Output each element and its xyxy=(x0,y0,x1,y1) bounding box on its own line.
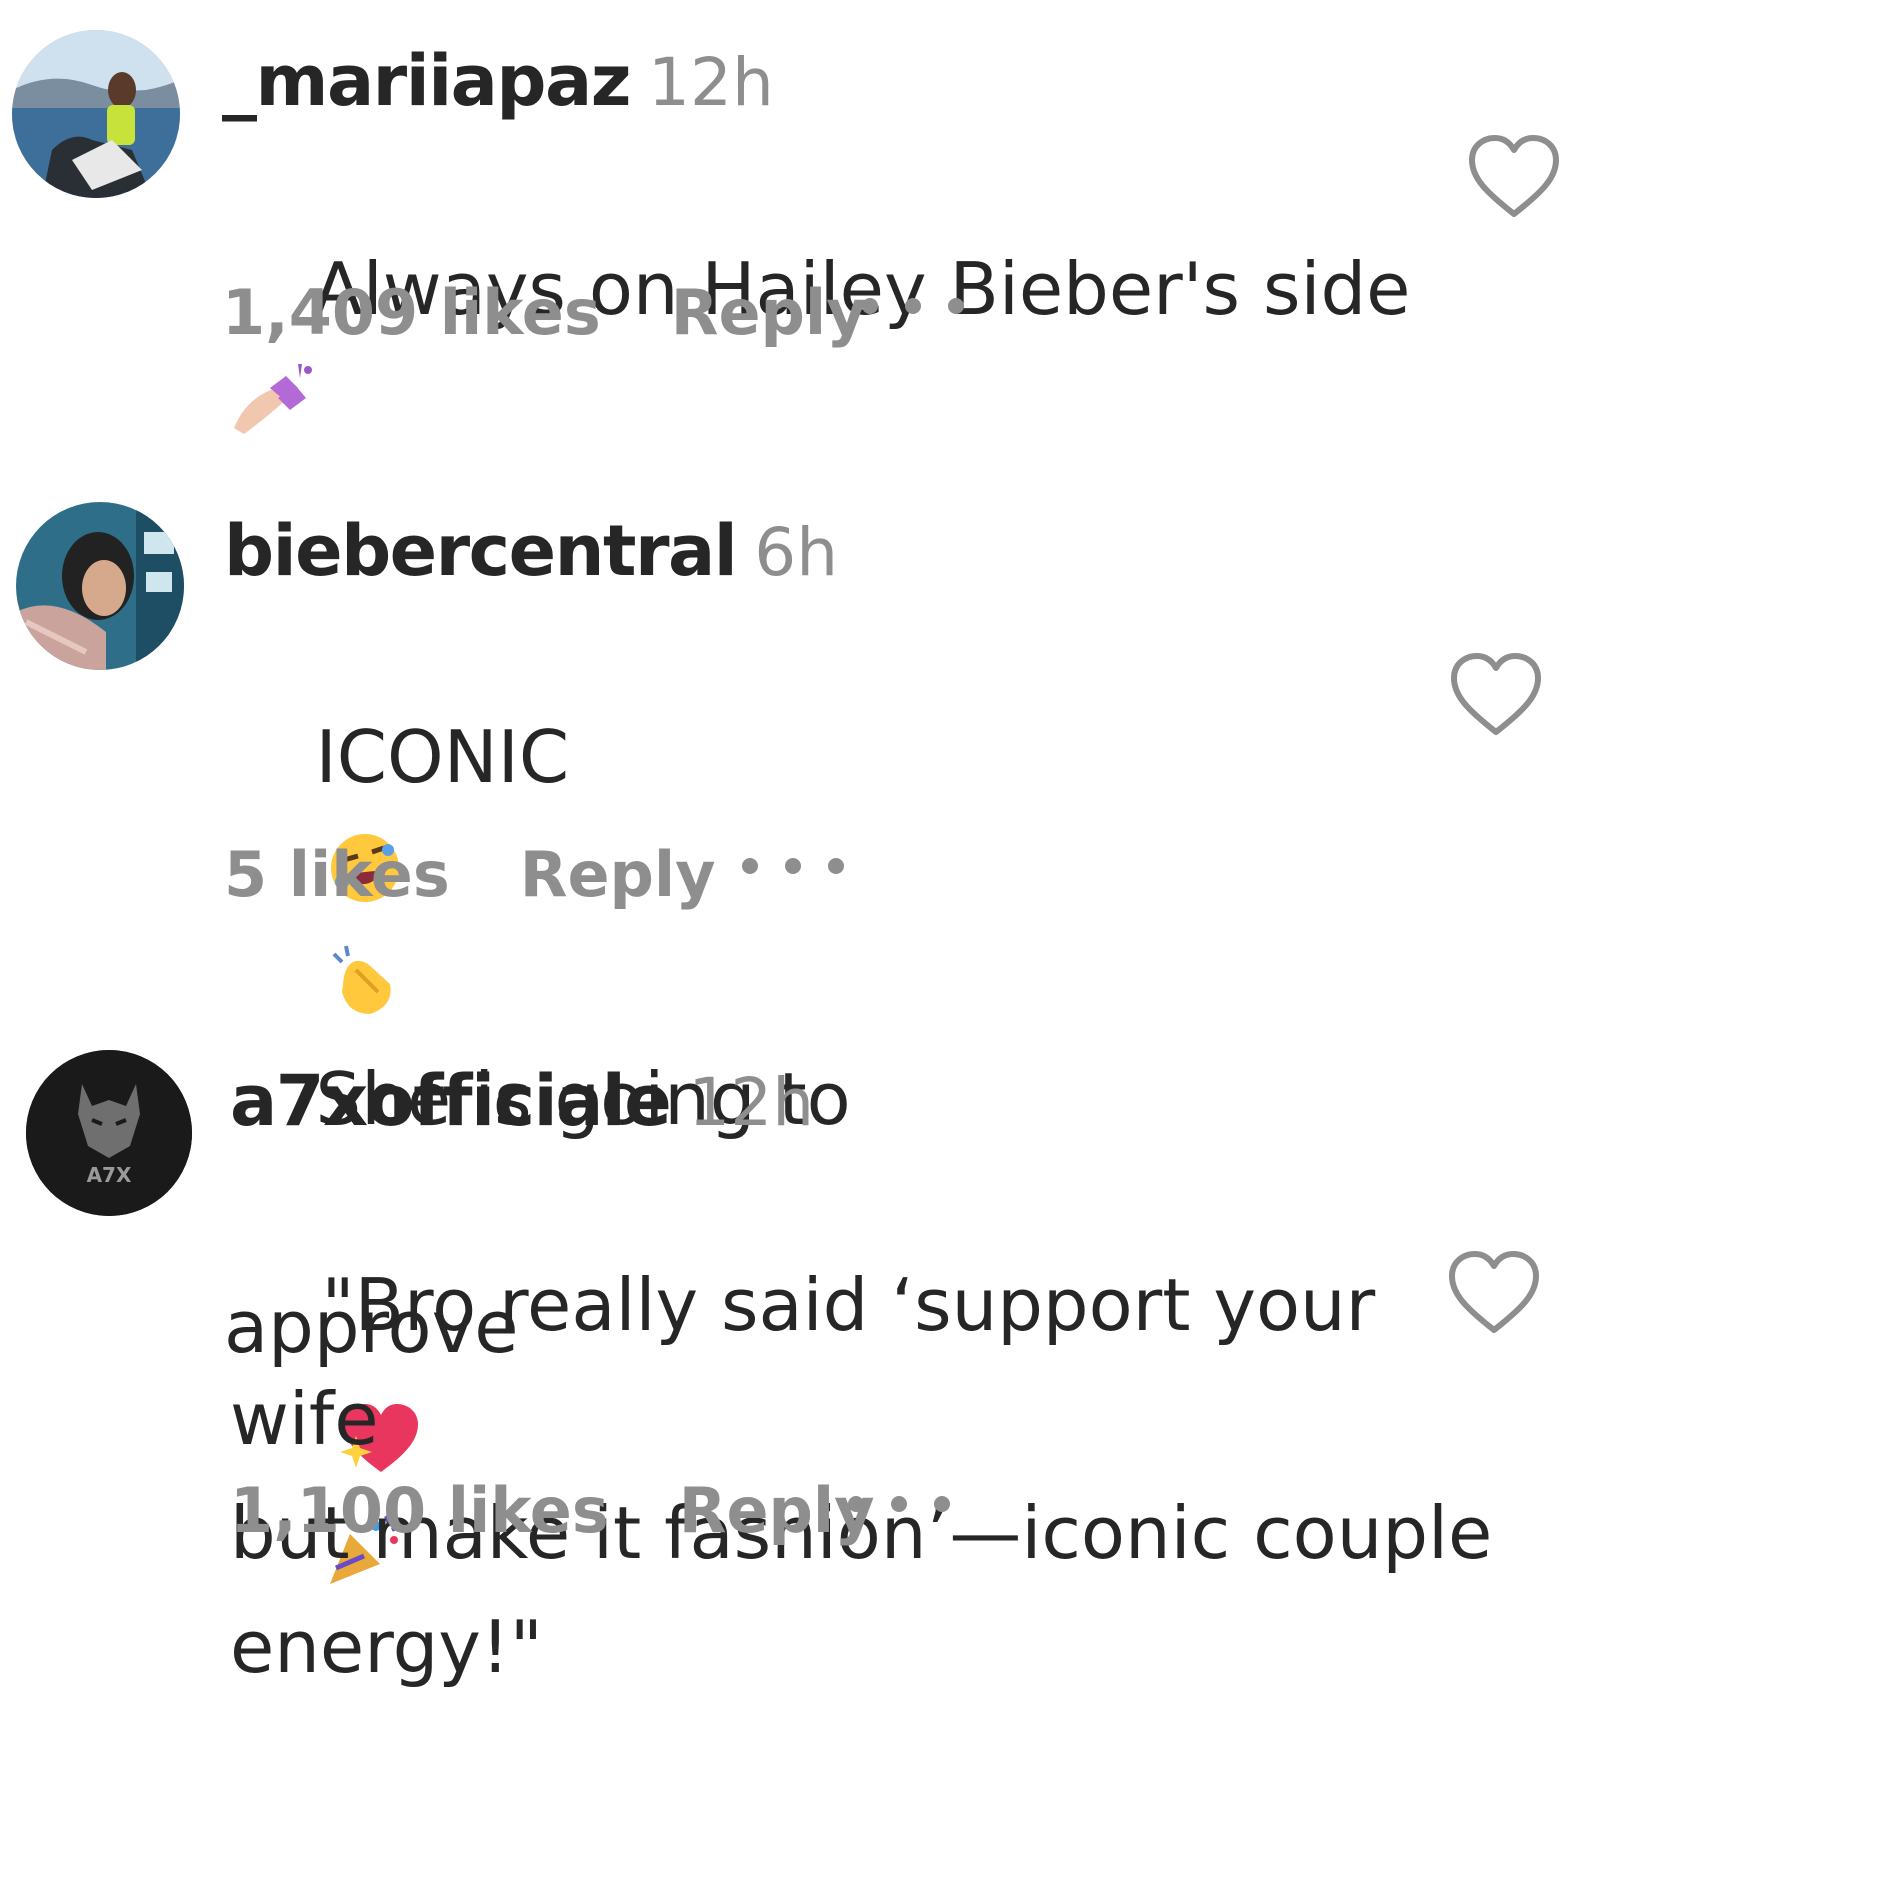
avatar[interactable]: A7X xyxy=(26,1050,192,1216)
likes-count[interactable]: 1,100 likes xyxy=(230,1474,609,1547)
comment-header: biebercentral 6h xyxy=(224,516,838,586)
timestamp[interactable]: 12h xyxy=(688,1064,814,1141)
comment-item: A7X a7xofficiale 12h "Bro really said ‘su… xyxy=(0,1030,1900,1900)
like-heart-icon[interactable] xyxy=(1446,1248,1542,1336)
comment-actions: 1,100 likes Reply xyxy=(230,1480,875,1542)
more-options-icon[interactable] xyxy=(844,1492,954,1516)
like-heart-icon[interactable] xyxy=(1448,650,1544,738)
more-options-icon[interactable] xyxy=(858,294,968,318)
comment-actions: 1,409 likes Reply xyxy=(222,282,867,344)
comment-item: biebercentral 6h ICONIC She is going to a… xyxy=(0,480,1900,1584)
avatar[interactable] xyxy=(16,502,184,670)
comment-item: _mariiapaz 12h Always on Hailey Bieber's … xyxy=(0,0,1900,560)
avatar[interactable] xyxy=(12,30,180,198)
timestamp[interactable]: 6h xyxy=(754,514,838,591)
username[interactable]: a7xofficiale xyxy=(230,1060,672,1142)
avatar-text: A7X xyxy=(87,1163,132,1187)
comment-header: a7xofficiale 12h xyxy=(230,1066,814,1136)
comment-header: _mariiapaz 12h xyxy=(222,46,774,116)
beach-photo-avatar xyxy=(12,30,180,198)
a7x-wolf-logo-icon: A7X xyxy=(26,1050,192,1216)
timestamp[interactable]: 12h xyxy=(648,44,774,121)
likes-count[interactable]: 1,409 likes xyxy=(222,276,601,349)
like-heart-icon[interactable] xyxy=(1466,132,1562,220)
reply-button[interactable]: Reply xyxy=(671,276,867,349)
reply-button[interactable]: Reply xyxy=(520,838,716,911)
comment-actions: 5 likes Reply xyxy=(224,844,716,906)
bieber-central-avatar xyxy=(16,502,184,670)
more-options-icon[interactable] xyxy=(738,854,848,878)
username[interactable]: _mariiapaz xyxy=(222,40,632,122)
comment-text-part: ICONIC xyxy=(315,715,570,799)
comment-text-line: energy!" xyxy=(230,1605,543,1689)
likes-count[interactable]: 5 likes xyxy=(224,838,450,911)
username[interactable]: biebercentral xyxy=(224,510,738,592)
nail-polish-emoji xyxy=(226,358,316,438)
comment-text-line: "Bro really said ‘support your wife xyxy=(230,1263,1399,1461)
clapping-hands-emoji xyxy=(320,940,410,1020)
